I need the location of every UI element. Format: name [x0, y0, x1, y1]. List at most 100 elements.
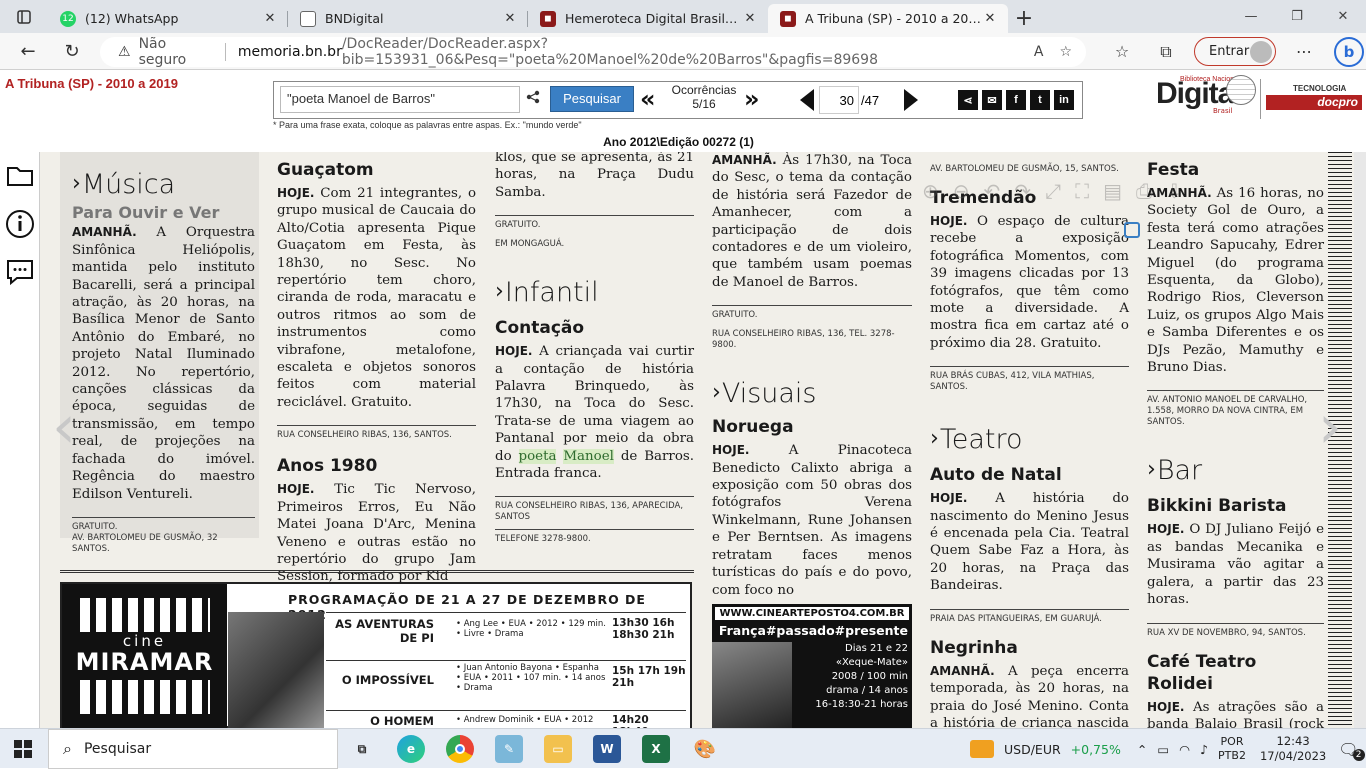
back-arrow-icon[interactable]: ←	[9, 36, 47, 66]
read-aloud-icon[interactable]: A	[1034, 44, 1044, 60]
language-indicator[interactable]: POR PTB2	[1218, 735, 1246, 763]
edge-icon[interactable]: e	[397, 735, 425, 763]
vertical-scrollbar[interactable]	[1354, 152, 1366, 728]
comments-icon[interactable]	[5, 257, 35, 287]
notepad-icon[interactable]: ✎	[495, 735, 523, 763]
currency-label[interactable]: USD/EUR	[1004, 742, 1061, 757]
next-page-arrow-icon[interactable]: ›	[1318, 392, 1342, 462]
next-page-icon[interactable]	[904, 89, 918, 111]
tab-actions-icon[interactable]	[0, 0, 48, 33]
headline: Contação	[495, 318, 585, 339]
close-window-icon[interactable]: ✕	[1320, 9, 1366, 24]
prev-occurrence-icon[interactable]: «	[640, 86, 656, 112]
url-field[interactable]: ⚠ Não seguro memoria.bn.br /DocReader/Do…	[100, 36, 1086, 68]
prev-page-icon[interactable]	[800, 89, 814, 111]
minimize-icon[interactable]: —	[1228, 9, 1274, 24]
zoom-in-icon[interactable]: ⊕	[922, 179, 939, 203]
windows-start-icon[interactable]	[14, 740, 32, 762]
favorites-icon[interactable]: ☆	[1100, 42, 1144, 61]
headline: Noruega	[712, 417, 794, 438]
section-title: ›Bar	[1147, 455, 1203, 487]
headline: Negrinha	[930, 637, 1018, 658]
teatro-column: AV. BARTOLOMEU DE GUSMÃO, 15, SANTOS. Tr…	[930, 164, 1129, 728]
rotate-right-icon[interactable]: ↷	[1014, 179, 1031, 203]
close-tab-icon[interactable]: ✕	[262, 11, 278, 26]
search-highlight[interactable]: Manoel	[563, 448, 614, 464]
tab-a-tribuna[interactable]: ◼ A Tribuna (SP) - 2010 a 2019 - Do ✕	[768, 4, 1008, 33]
tab-title: (12) WhatsApp	[85, 11, 179, 26]
bing-icon[interactable]: b	[1334, 36, 1364, 67]
headline: Bikkini Barista	[1147, 496, 1287, 517]
email-icon[interactable]: ✉	[982, 90, 1002, 110]
article-text: AMANHÃ. A peça encerra temporada, às 20 …	[930, 663, 1129, 728]
task-view-icon[interactable]: ⧉	[348, 735, 376, 763]
print-icon[interactable]: ⎙	[1136, 179, 1152, 203]
visual-search-icon[interactable]	[1124, 222, 1140, 238]
view-mode-icon[interactable]: ▤	[1103, 179, 1122, 203]
prev-page-arrow-icon[interactable]: ‹	[52, 392, 76, 462]
zoom-toolbar: ⊕ ⊖ ↶ ↷ ⤢ ⛶ ▤ ⎙ ⇩	[922, 174, 1352, 208]
docpro-logo[interactable]: docpro	[1266, 95, 1362, 110]
rotate-left-icon[interactable]: ↶	[984, 179, 1001, 203]
collections-icon[interactable]: ⧉	[1144, 42, 1188, 62]
network-icon[interactable]: ▭	[1157, 742, 1169, 757]
refresh-icon[interactable]: ↻	[53, 36, 91, 66]
security-label[interactable]: Não seguro	[139, 36, 213, 68]
address-bar-row: ← ↻ ⚠ Não seguro memoria.bn.br /DocReade…	[0, 33, 1366, 70]
page-number-input[interactable]: 30	[819, 86, 859, 114]
folder-icon[interactable]	[5, 160, 35, 190]
close-tab-icon[interactable]: ✕	[742, 11, 758, 26]
paint-icon[interactable]: 🎨	[691, 735, 719, 763]
tab-whatsapp[interactable]: 12 (12) WhatsApp ✕	[48, 4, 288, 33]
cinearte-ad: WWW.CINEARTEPOSTO4.COM.BR França#passado…	[712, 604, 912, 728]
search-input[interactable]: "poeta Manoel de Barros"	[280, 86, 520, 113]
chrome-icon[interactable]	[446, 735, 474, 763]
close-tab-icon[interactable]: ✕	[502, 11, 518, 26]
restore-icon[interactable]: ❐	[1274, 9, 1320, 24]
tab-hemeroteca[interactable]: ◼ Hemeroteca Digital Brasileira ✕	[528, 4, 768, 33]
volume-icon[interactable]: ♪	[1200, 742, 1208, 757]
fit-page-icon[interactable]: ⤢	[1045, 179, 1061, 203]
show-hidden-icon[interactable]: ⌃	[1137, 742, 1147, 757]
word-icon[interactable]: W	[593, 735, 621, 763]
file-explorer-icon[interactable]: ▭	[544, 735, 572, 763]
more-options-icon[interactable]: ⋯	[1282, 42, 1326, 61]
article-text: klos, que se apresenta, às 21 horas, na …	[495, 152, 694, 200]
clock[interactable]: 12:43 17/04/2023	[1260, 734, 1326, 764]
fullscreen-icon[interactable]: ⛶	[1075, 179, 1089, 203]
reader-header: A Tribuna (SP) - 2010 a 2019 "poeta Mano…	[0, 71, 1366, 130]
festa-column: Festa AMANHÃ. As 16 horas, no Society Go…	[1147, 157, 1324, 728]
next-occurrence-icon[interactable]: »	[744, 86, 760, 112]
warning-icon: ⚠	[118, 44, 131, 60]
window-controls: — ❐ ✕	[1228, 0, 1366, 33]
search-highlight[interactable]: poeta	[518, 448, 557, 464]
new-tab-button[interactable]: +	[1008, 4, 1040, 33]
tab-bndigital[interactable]: BNDigital ✕	[288, 4, 528, 33]
linkedin-icon[interactable]: in	[1054, 90, 1074, 110]
article-text: HOJE. A história do nascimento do Menino…	[930, 491, 1129, 594]
wifi-icon[interactable]: ◠	[1179, 742, 1190, 757]
schedule-row: O HOMEM • Andrew Dominik • EUA • 2012 14…	[326, 710, 686, 728]
info-icon[interactable]	[5, 209, 35, 239]
twitter-icon[interactable]: t	[1030, 90, 1050, 110]
system-tray: USD/EUR +0,75% ⌃ ▭ ◠ ♪ POR PTB2 12:43 17/0…	[970, 729, 1365, 769]
excel-icon[interactable]: X	[642, 735, 670, 763]
share-icon[interactable]	[526, 90, 540, 108]
signin-button[interactable]: Entrar	[1194, 37, 1276, 66]
search-button[interactable]: Pesquisar	[550, 86, 634, 112]
download-icon[interactable]: ⇩	[1166, 179, 1183, 203]
close-tab-icon[interactable]: ✕	[982, 11, 998, 26]
article-text: HOJE. O DJ Juliano Feijó e as bandas Mec…	[1147, 522, 1324, 608]
zoom-out-icon[interactable]: ⊖	[953, 179, 970, 203]
notifications-icon[interactable]: 🗨 2	[1338, 740, 1365, 761]
share-icon[interactable]: ⋖	[958, 90, 978, 110]
add-favorite-icon[interactable]: ☆	[1059, 44, 1072, 60]
page-icon	[300, 10, 316, 27]
social-share: ⋖ ✉ f t in	[958, 90, 1074, 110]
stocks-icon[interactable]	[970, 740, 994, 758]
section-title: ›Teatro	[930, 424, 1023, 456]
taskbar-search[interactable]: ⌕ Pesquisar	[48, 729, 338, 769]
occurrences-label: Ocorrências	[671, 83, 737, 97]
facebook-icon[interactable]: f	[1006, 90, 1026, 110]
address-line: PRAIA DAS PITANGUEIRAS, EM GUARUJÁ.	[930, 608, 1129, 625]
